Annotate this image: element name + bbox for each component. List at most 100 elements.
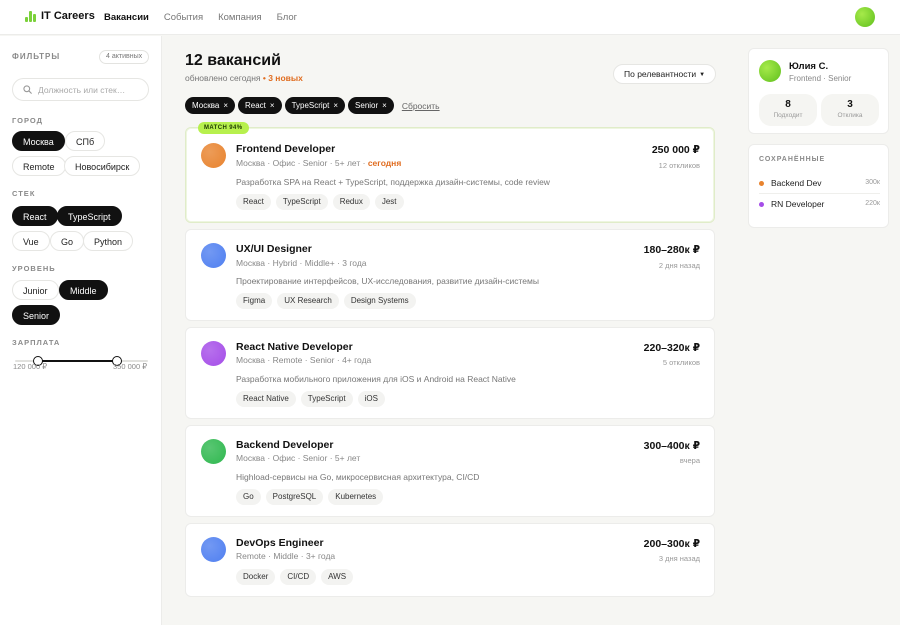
job-level: Middle+ (304, 258, 335, 268)
saved-item-name: RN Developer (771, 199, 825, 209)
job-city: Москва (236, 453, 266, 463)
job-card[interactable]: DevOps Engineer Remote · Middle · 3+ год… (185, 523, 715, 597)
level-label: УРОВЕНЬ (12, 264, 56, 273)
skill-tag: AWS (321, 569, 354, 585)
job-card[interactable]: React Native Developer Москва · Remote ·… (185, 327, 715, 419)
profile-avatar[interactable] (759, 60, 781, 82)
skill-tag: iOS (357, 391, 385, 407)
chip-level-middle[interactable]: Middle (59, 280, 108, 300)
saved-title: СОХРАНЁННЫЕ (759, 156, 826, 163)
saved-item[interactable]: Backend Dev 300к (759, 177, 880, 191)
job-format: Офис (272, 158, 296, 168)
sort-dropdown[interactable]: По релевантности ▼ (613, 64, 717, 84)
job-description: Highload-сервисы на Go, микросервисная а… (236, 472, 480, 482)
chip-level-junior[interactable]: Junior (12, 280, 59, 300)
job-title[interactable]: DevOps Engineer (236, 537, 324, 549)
chip-city-remote[interactable]: Remote (12, 156, 66, 176)
chip-stack-python[interactable]: Python (83, 231, 134, 251)
company-logo (201, 439, 226, 464)
match-badge: MATCH 94% (198, 122, 249, 134)
sort-label: По релевантности (624, 69, 697, 79)
new-count: 3 новых (268, 73, 303, 83)
salary-max-value: 350 000 ₽ (113, 362, 147, 371)
skill-tag: Kubernetes (328, 489, 384, 505)
filter-tag-label: Senior (355, 101, 379, 110)
stat-value: 8 (785, 99, 791, 110)
nav-company[interactable]: Компания (218, 12, 261, 23)
job-responses: вчера (679, 456, 700, 465)
skill-tag: React Native (236, 391, 296, 407)
close-icon[interactable]: × (223, 101, 228, 110)
logo-text: IT Careers (41, 10, 95, 22)
skill-tag: CI/CD (280, 569, 317, 585)
stat-responses[interactable]: 3 Отклика (821, 94, 879, 126)
job-responses: 2 дня назад (658, 261, 700, 270)
search-box[interactable] (12, 78, 149, 101)
slider-range (37, 360, 118, 362)
job-skills: React Native TypeScript iOS (236, 391, 385, 407)
skill-tag: React (236, 194, 271, 210)
close-icon[interactable]: × (333, 101, 338, 110)
stat-matching[interactable]: 8 Подходит (759, 94, 817, 126)
stack-label: СТЕК (12, 189, 36, 198)
job-description: Проектирование интерфейсов, UX-исследова… (236, 276, 539, 286)
saved-item[interactable]: RN Developer 220к (759, 198, 880, 212)
chip-city-spb[interactable]: СПб (65, 131, 106, 151)
chip-stack-vue[interactable]: Vue (12, 231, 50, 251)
filter-tag-react[interactable]: React × (237, 97, 282, 114)
job-title[interactable]: Frontend Developer (236, 143, 335, 155)
job-salary: 300–400к ₽ (643, 440, 700, 452)
status-dot (759, 181, 764, 186)
filters-title: ФИЛЬТРЫ (12, 52, 61, 61)
filter-tag-moscow[interactable]: Москва × (185, 97, 235, 114)
filter-tag-typescript[interactable]: TypeScript × (284, 97, 346, 114)
chip-level-senior[interactable]: Senior (12, 305, 61, 325)
skill-tag: Redux (332, 194, 370, 210)
job-salary: 220–320к ₽ (643, 342, 700, 354)
chip-stack-go[interactable]: Go (50, 231, 85, 251)
reset-filters-link[interactable]: Сбросить (402, 101, 440, 111)
job-format: Hybrid (272, 258, 298, 268)
filters-sidebar: ФИЛЬТРЫ 4 активных ГОРОД Москва СПб Remo… (0, 36, 162, 625)
job-title[interactable]: UX/UI Designer (236, 243, 312, 255)
skill-tag: PostgreSQL (265, 489, 324, 505)
search-input[interactable] (38, 84, 138, 95)
status-dot (759, 202, 764, 207)
nav-vacancies[interactable]: Вакансии (104, 12, 149, 23)
job-level: Senior (309, 355, 335, 365)
job-skills: Go PostgreSQL Kubernetes (236, 489, 384, 505)
job-title[interactable]: Backend Developer (236, 439, 333, 451)
profile-name: Юлия С. (789, 61, 829, 72)
user-avatar[interactable] (855, 7, 875, 27)
chip-city-moscow[interactable]: Москва (12, 131, 65, 151)
job-experience: 3 года (342, 258, 367, 268)
skill-tag: TypeScript (275, 194, 328, 210)
job-title[interactable]: React Native Developer (236, 341, 353, 353)
job-card[interactable]: Backend Developer Москва · Офис · Senior… (185, 425, 715, 517)
job-card[interactable]: UX/UI Designer Москва · Hybrid · Middle+… (185, 229, 715, 321)
job-description: Разработка SPA на React + TypeScript, по… (236, 177, 550, 187)
job-card[interactable]: MATCH 94% Frontend Developer Москва · Оф… (185, 122, 715, 223)
close-icon[interactable]: × (382, 101, 387, 110)
job-posted-today: сегодня (367, 158, 402, 168)
filter-tag-senior[interactable]: Senior × (348, 97, 394, 114)
nav-blog[interactable]: Блог (277, 12, 298, 23)
job-salary: 180–280к ₽ (643, 244, 700, 256)
job-responses: 12 откликов (658, 161, 700, 170)
profile-role: Frontend · Senior (789, 74, 852, 83)
job-skills: React TypeScript Redux Jest (236, 194, 404, 210)
chip-stack-react[interactable]: React (12, 206, 58, 226)
job-meta: Remote · Middle · 3+ года (236, 551, 336, 561)
logo[interactable]: IT Careers (25, 10, 95, 22)
chip-city-novosibirsk[interactable]: Новосибирск (64, 156, 141, 176)
job-salary: 200–300к ₽ (643, 538, 700, 550)
nav-events[interactable]: События (164, 12, 203, 23)
close-icon[interactable]: × (270, 101, 275, 110)
filter-tag-label: React (244, 101, 266, 110)
job-city: Москва (236, 158, 266, 168)
filter-tag-label: TypeScript (291, 101, 330, 110)
job-description: Разработка мобильного приложения для iOS… (236, 374, 516, 384)
job-skills: Figma UX Research Design Systems (236, 293, 416, 309)
job-city: Москва (236, 258, 266, 268)
chip-stack-typescript[interactable]: TypeScript (57, 206, 122, 226)
